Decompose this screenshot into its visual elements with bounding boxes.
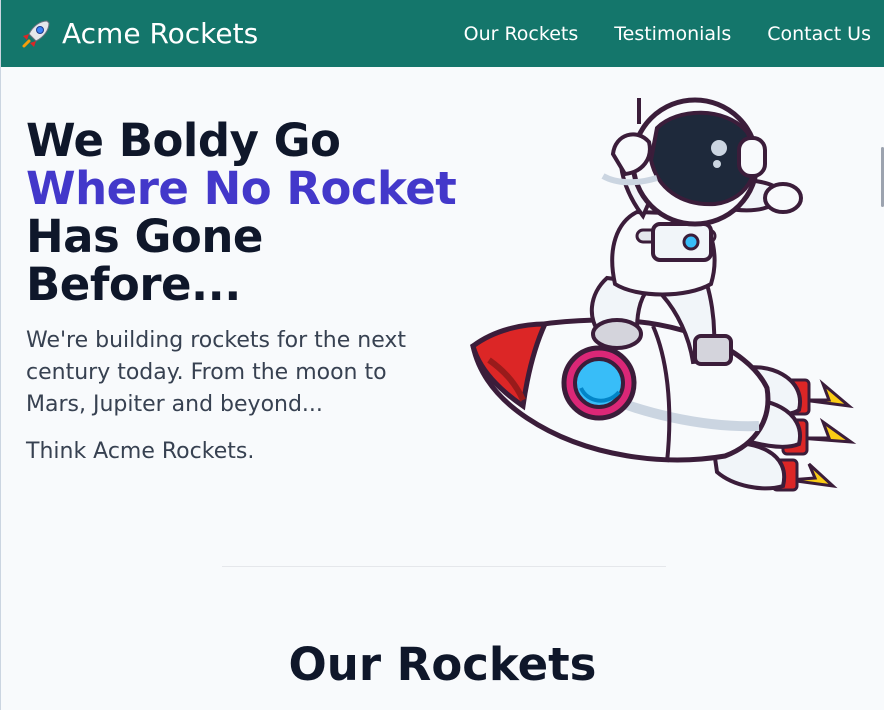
section-divider — [222, 566, 666, 567]
brand-home-link[interactable]: Acme Rockets — [18, 14, 258, 54]
astronaut-rocket-illustration — [467, 88, 859, 496]
main-navigation: Our Rockets Testimonials Contact Us — [464, 20, 871, 48]
hero-title: We Boldy Go Where No Rocket Has Gone Bef… — [26, 114, 457, 311]
brand-name: Acme Rockets — [62, 17, 259, 50]
page-scrollbar[interactable] — [878, 67, 884, 710]
hero-tagline: Think Acme Rockets. — [26, 439, 255, 464]
hero-title-line-3: Has Gone — [26, 210, 263, 263]
section-title-our-rockets: Our Rockets — [288, 638, 597, 691]
nav-link-our-rockets[interactable]: Our Rockets — [464, 20, 579, 48]
nav-link-testimonials[interactable]: Testimonials — [614, 20, 731, 48]
top-navbar: Acme Rockets Our Rockets Testimonials Co… — [1, 0, 884, 67]
hero-description: We're building rockets for the next cent… — [26, 328, 407, 417]
hero-title-line-1: We Boldy Go — [26, 114, 341, 167]
nav-link-contact-us[interactable]: Contact Us — [767, 20, 871, 48]
hero-title-accent: Where No Rocket — [26, 162, 457, 215]
hero-title-line-4: Before... — [26, 258, 241, 311]
rocket-icon — [18, 16, 54, 52]
